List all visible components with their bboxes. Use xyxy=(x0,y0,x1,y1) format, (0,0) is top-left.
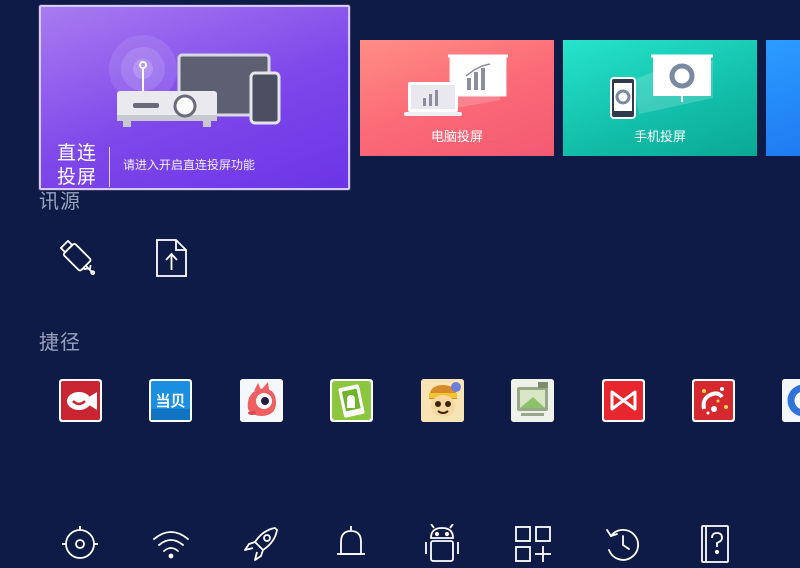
laptop-presentation-icon xyxy=(360,40,554,120)
source-section-title: 讯源 xyxy=(39,185,81,214)
blue-circle-app-icon[interactable] xyxy=(782,379,800,422)
usb-drive-icon[interactable] xyxy=(60,240,100,280)
tv-box-app-icon[interactable] xyxy=(511,379,554,422)
help-manual-icon[interactable] xyxy=(694,524,734,564)
history-icon[interactable] xyxy=(603,524,643,564)
settings-icon[interactable] xyxy=(60,524,100,564)
celebration-app-icon[interactable] xyxy=(692,379,735,422)
pink-dino-app-icon[interactable] xyxy=(240,379,283,422)
direct-cast-description: 请进入开启直连投屏功能 xyxy=(123,156,255,173)
bell-icon[interactable] xyxy=(331,524,371,564)
wifi-icon[interactable] xyxy=(151,524,191,564)
bowtie-app-icon[interactable] xyxy=(602,379,645,422)
svg-text:当贝: 当贝 xyxy=(155,392,185,410)
direct-cast-title: 直连投屏 xyxy=(57,141,101,189)
phone-cast-card[interactable]: 手机投屏 xyxy=(563,40,757,156)
dangbei-app-icon[interactable]: 当贝 xyxy=(149,379,192,422)
monkey-app-icon[interactable] xyxy=(421,379,464,422)
rocket-icon[interactable] xyxy=(241,524,281,564)
projector-illustration-icon xyxy=(41,7,350,147)
phone-cast-label: 手机投屏 xyxy=(563,126,757,145)
direct-cast-card[interactable]: 直连投屏 请进入开启直连投屏功能 xyxy=(39,5,350,190)
pc-cast-label: 电脑投屏 xyxy=(360,126,554,145)
pc-cast-card[interactable]: 电脑投屏 xyxy=(360,40,554,156)
android-install-app-icon[interactable] xyxy=(330,379,373,422)
android-icon[interactable] xyxy=(422,524,462,564)
next-card[interactable] xyxy=(766,40,800,156)
file-upload-icon[interactable] xyxy=(152,238,192,278)
shortcut-section-title: 捷径 xyxy=(39,326,81,355)
video-app-icon[interactable] xyxy=(59,379,102,422)
app-grid-icon[interactable] xyxy=(513,524,553,564)
divider xyxy=(109,147,110,187)
phone-presentation-icon xyxy=(563,40,757,120)
